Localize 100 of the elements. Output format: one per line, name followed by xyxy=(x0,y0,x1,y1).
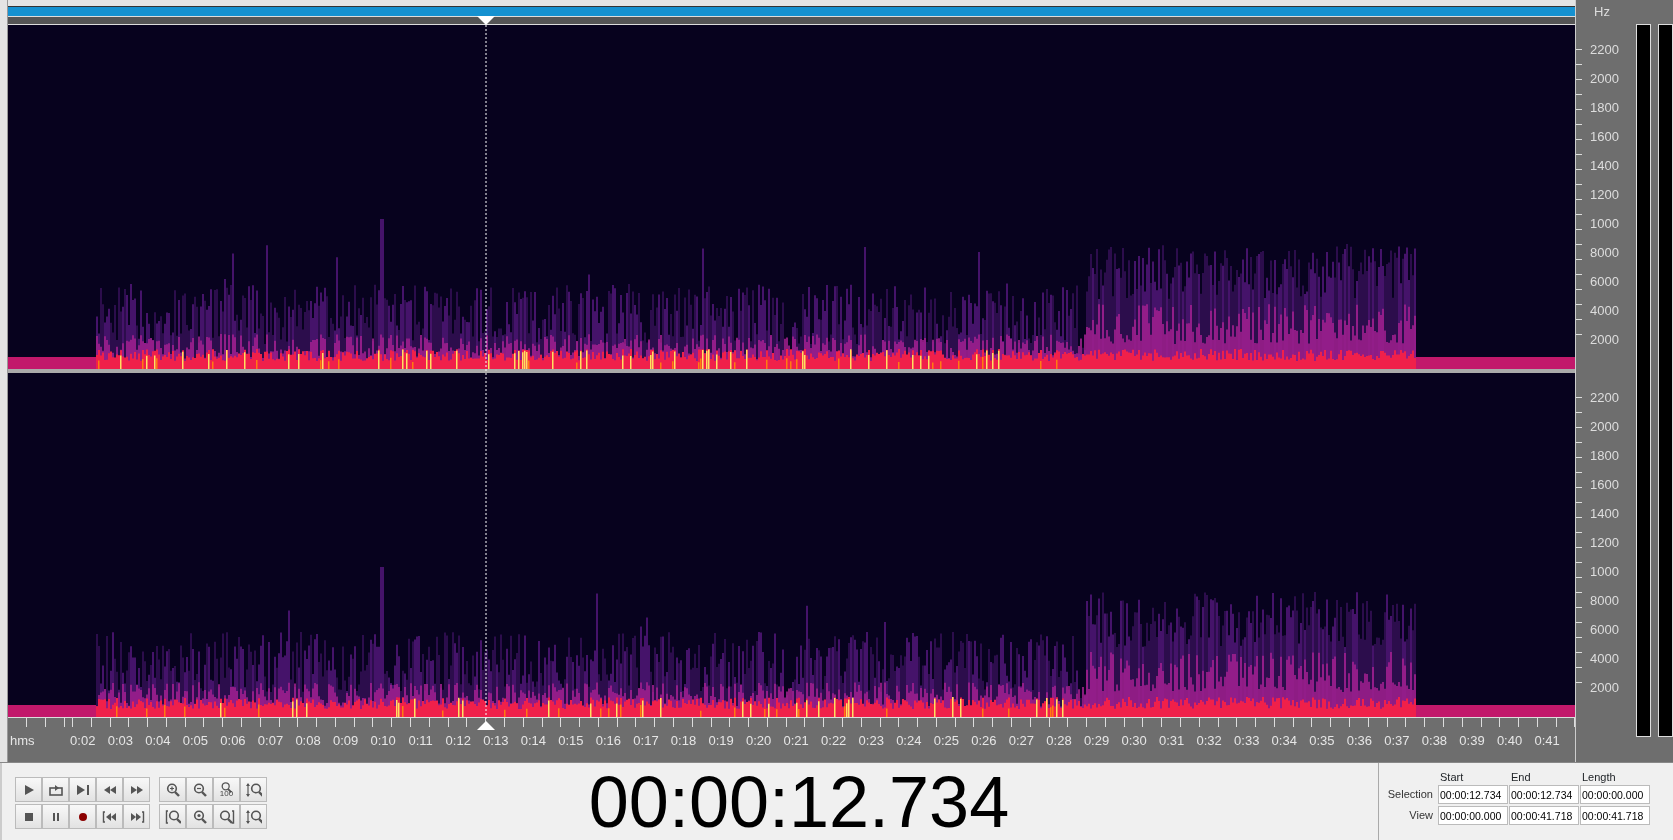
timeline-label: 0:14 xyxy=(519,732,547,750)
timeline-label: 0:27 xyxy=(1007,732,1036,750)
timeline-label: 0:22 xyxy=(820,732,848,750)
bracket-magnifier-icon xyxy=(164,808,181,825)
axis-label: 1400 xyxy=(1590,506,1619,521)
timeline-label: 0:24 xyxy=(895,732,923,750)
loop-button[interactable] xyxy=(42,777,69,802)
timeline-label: 0:29 xyxy=(1082,732,1111,750)
pause-button[interactable] xyxy=(42,804,69,829)
timeline-label: 0:13 xyxy=(482,732,510,750)
fast-forward-button[interactable] xyxy=(123,777,150,802)
timeline-label: 0:23 xyxy=(857,732,885,750)
axis-label: 6000 xyxy=(1590,274,1619,289)
vertical-zoom-button[interactable] xyxy=(240,777,267,802)
time-display: 00:00:12.734 xyxy=(588,765,1010,838)
axis-label: 1800 xyxy=(1590,100,1619,115)
zoom-out-icon xyxy=(191,781,208,798)
timeline-label: 0:33 xyxy=(1233,732,1261,750)
timeline-label: 0:18 xyxy=(669,732,698,750)
timeline-label: 0:26 xyxy=(970,732,998,750)
zoom-end-button[interactable] xyxy=(213,804,240,829)
timeline-label: 0:08 xyxy=(294,732,322,750)
column-header: Start xyxy=(1439,770,1465,783)
axis-label: 4000 xyxy=(1590,651,1619,666)
axis-label: 1000 xyxy=(1590,564,1619,579)
timeline-label: 0:16 xyxy=(594,732,623,750)
timeline-label: 0:40 xyxy=(1495,732,1524,750)
time-field[interactable]: 00:00:12.734 xyxy=(1438,785,1508,804)
time-field[interactable]: 00:00:00.000 xyxy=(1438,806,1508,825)
zoom-selection-button[interactable] xyxy=(159,804,186,829)
timeline-label: 0:28 xyxy=(1045,732,1073,750)
zoom-center-button[interactable] xyxy=(186,804,213,829)
stop-button[interactable] xyxy=(15,804,42,829)
skip-to-end-icon xyxy=(128,808,145,825)
timeline-label: 0:10 xyxy=(369,732,397,750)
zoom-reset-button[interactable]: 100 xyxy=(213,777,240,802)
go-to-start-button[interactable] xyxy=(96,804,123,829)
time-field[interactable]: 00:00:41.718 xyxy=(1580,806,1650,825)
timeline-label: 0:17 xyxy=(632,732,660,750)
timeline-label: 0:20 xyxy=(744,732,773,750)
timeline-label: 0:34 xyxy=(1270,732,1298,750)
axis-label: 1200 xyxy=(1590,535,1619,550)
vertical-zoom-icon xyxy=(245,781,262,798)
timeline-label: 0:30 xyxy=(1120,732,1148,750)
record-button[interactable] xyxy=(69,804,96,829)
axis-label: 6000 xyxy=(1590,622,1619,637)
timeline-label: 0:04 xyxy=(144,732,172,750)
rewind-button[interactable] xyxy=(96,777,123,802)
row-label: Selection xyxy=(1386,787,1434,802)
play-button[interactable] xyxy=(15,777,42,802)
overview-bar[interactable] xyxy=(8,6,1575,16)
axis-label: 2000 xyxy=(1590,680,1619,695)
column-header: End xyxy=(1510,770,1532,783)
time-field[interactable]: 00:00:41.718 xyxy=(1509,806,1579,825)
timeline-label: 0:41 xyxy=(1533,732,1561,750)
axis-label: 1600 xyxy=(1590,129,1619,144)
go-to-end-button[interactable] xyxy=(123,804,150,829)
marker-bar[interactable] xyxy=(8,16,1575,25)
row-label: View xyxy=(1408,808,1434,823)
timeline-label: 0:36 xyxy=(1345,732,1373,750)
timeline-label: 0:19 xyxy=(707,732,735,750)
zoom-out-button[interactable] xyxy=(186,777,213,802)
axis-label: 2200 xyxy=(1590,42,1619,57)
timeline-label: 0:21 xyxy=(782,732,810,750)
axis-unit-label: Hz xyxy=(1593,3,1611,21)
axis-label: 8000 xyxy=(1590,245,1619,260)
timeline-label: 0:38 xyxy=(1420,732,1449,750)
timeline-label: 0:07 xyxy=(256,732,285,750)
time-field[interactable]: 00:00:00.000 xyxy=(1580,785,1650,804)
axis-label: 8000 xyxy=(1590,593,1619,608)
zoom-in-button[interactable] xyxy=(159,777,186,802)
timeline-label: 0:15 xyxy=(557,732,585,750)
timeline-label: 0:09 xyxy=(331,732,360,750)
zoom-in-icon xyxy=(191,808,208,825)
playhead-marker[interactable] xyxy=(477,16,496,730)
skip-to-start-icon xyxy=(101,808,118,825)
vertical-zoom-icon xyxy=(245,808,262,825)
timeline-label: 0:25 xyxy=(932,732,960,750)
timeline-label: 0:37 xyxy=(1383,732,1411,750)
play-to-end-button[interactable] xyxy=(69,777,96,802)
axis-label: 1200 xyxy=(1590,187,1619,202)
timeline-label: 0:11 xyxy=(407,732,434,750)
timeline-label: 0:12 xyxy=(444,732,472,750)
timeline-label: 0:31 xyxy=(1157,732,1186,750)
axis-label: 1800 xyxy=(1590,448,1619,463)
column-header: Length xyxy=(1581,770,1617,783)
timeline-unit-label: hms xyxy=(9,732,36,750)
timeline-label: 0:03 xyxy=(106,732,134,750)
timeline-label: 0:02 xyxy=(69,732,97,750)
timeline-label: 0:32 xyxy=(1195,732,1223,750)
axis-label: 2000 xyxy=(1590,419,1619,434)
time-field[interactable]: 00:00:12.734 xyxy=(1509,785,1579,804)
magnifier-icon xyxy=(220,781,233,794)
timeline-label: 0:06 xyxy=(219,732,247,750)
timeline-label: 0:39 xyxy=(1458,732,1486,750)
axis-label: 4000 xyxy=(1590,303,1619,318)
axis-label: 2000 xyxy=(1590,71,1619,86)
axis-label: 1000 xyxy=(1590,216,1619,231)
axis-label: 2000 xyxy=(1590,332,1619,347)
vertical-zoom-button[interactable] xyxy=(240,804,267,829)
